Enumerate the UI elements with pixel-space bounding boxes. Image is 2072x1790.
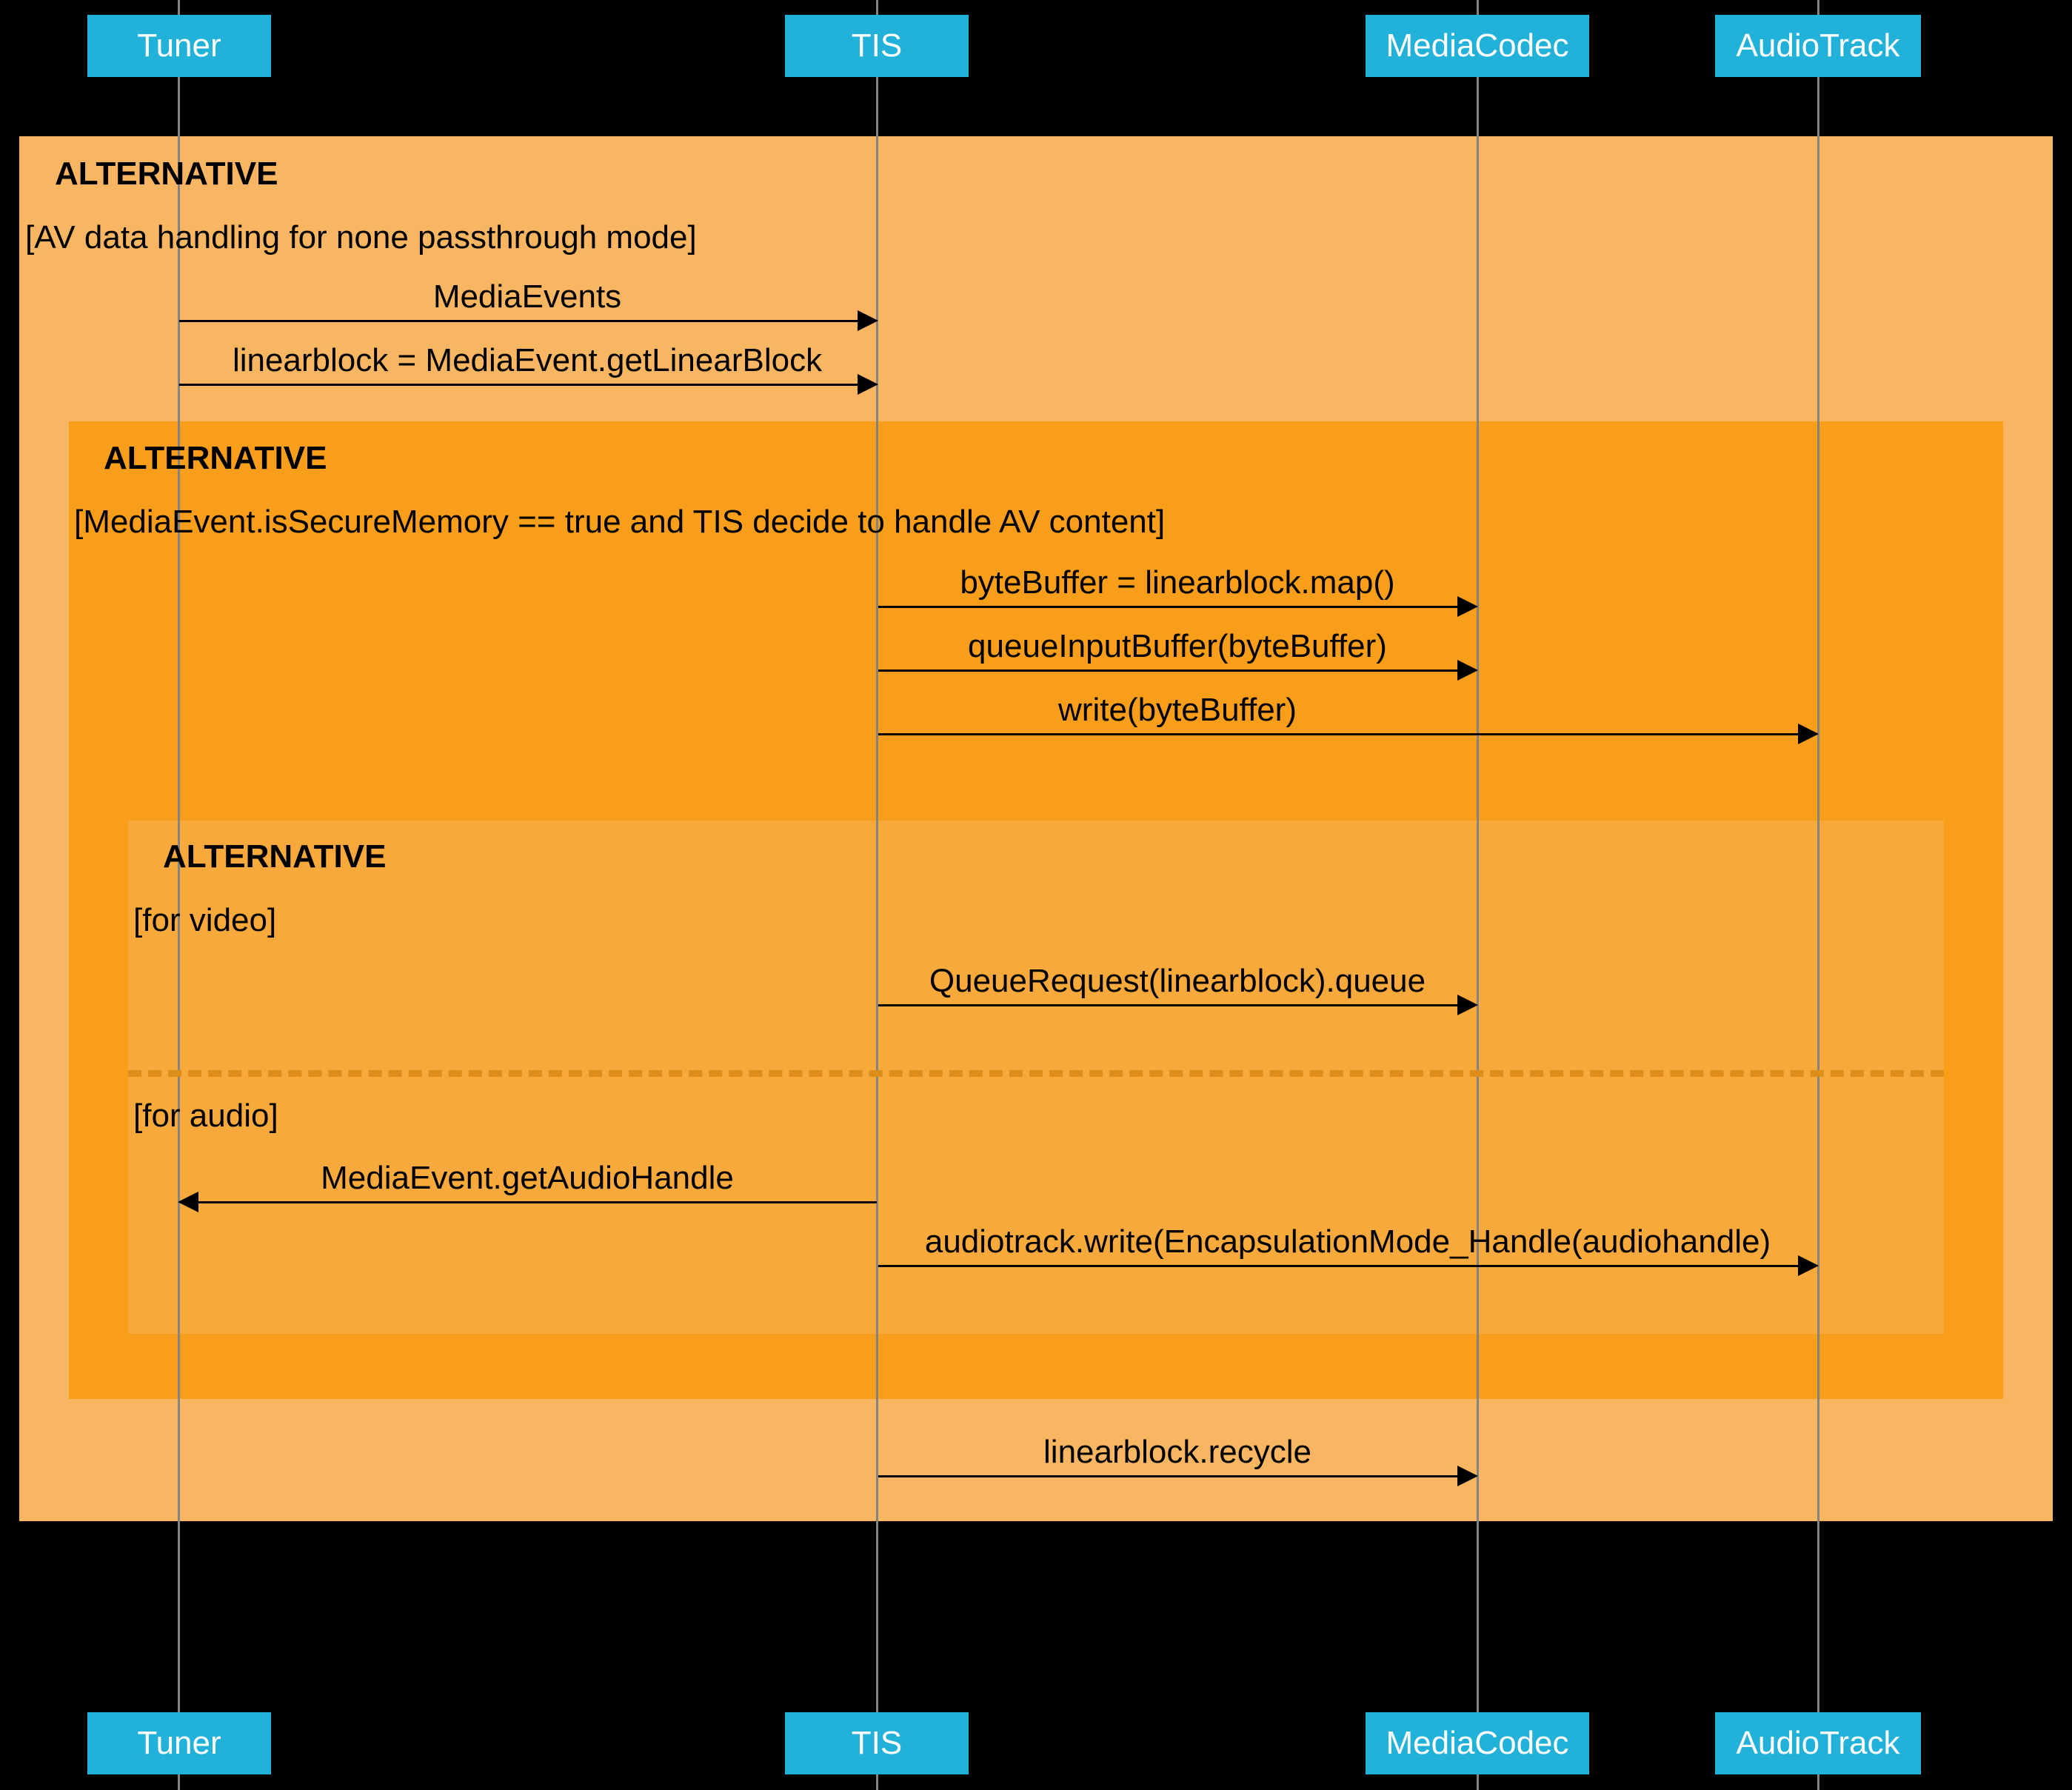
actor-mediacodec-top-label: MediaCodec — [1386, 27, 1568, 64]
arrowhead-m8 — [1798, 1255, 1819, 1276]
alt-condition-audio: [for audio] — [133, 1098, 278, 1135]
msg-mediaevents: MediaEvents — [179, 278, 875, 315]
actor-audiotrack-top: AudioTrack — [1715, 15, 1921, 77]
arrowhead-m4 — [1457, 660, 1478, 681]
actor-tis-top: TIS — [785, 15, 969, 77]
lifeline-mediacodec-over — [1477, 136, 1479, 1521]
alt-label-3: ALTERNATIVE — [163, 838, 386, 875]
actor-tuner-top: Tuner — [87, 15, 271, 77]
arrowhead-m6 — [1457, 995, 1478, 1015]
actor-audiotrack-top-label: AudioTrack — [1737, 27, 1900, 64]
alt-divider — [128, 1070, 1944, 1077]
msg-write-bytebuffer: write(byteBuffer) — [878, 692, 1477, 729]
msg-getlinearblock: linearblock = MediaEvent.getLinearBlock — [179, 342, 875, 379]
actor-tuner-bottom-label: Tuner — [137, 1725, 221, 1762]
msg-getaudiohandle: MediaEvent.getAudioHandle — [179, 1160, 875, 1197]
arrow-m3 — [878, 606, 1457, 608]
actor-mediacodec-top: MediaCodec — [1366, 15, 1589, 77]
arrow-m8 — [878, 1265, 1798, 1267]
alt-condition-2: [MediaEvent.isSecureMemory == true and T… — [74, 504, 1165, 541]
actor-mediacodec-bottom: MediaCodec — [1366, 1712, 1589, 1774]
arrowhead-m5 — [1798, 724, 1819, 744]
actor-tis-bottom-label: TIS — [852, 1725, 902, 1762]
arrow-m4 — [878, 669, 1457, 672]
msg-linearblock-recycle: linearblock.recycle — [878, 1434, 1477, 1471]
arrow-m6 — [878, 1004, 1457, 1006]
msg-queuerequest: QueueRequest(linearblock).queue — [878, 963, 1477, 1000]
arrow-m1 — [179, 320, 858, 322]
arrowhead-m1 — [858, 310, 878, 331]
arrowhead-m2 — [858, 374, 878, 395]
lifeline-tis-over — [876, 136, 878, 1521]
actor-tis-bottom: TIS — [785, 1712, 969, 1774]
actor-tis-top-label: TIS — [852, 27, 902, 64]
actor-mediacodec-bottom-label: MediaCodec — [1386, 1725, 1568, 1762]
arrow-m7 — [198, 1201, 877, 1203]
alt-label-2: ALTERNATIVE — [104, 440, 327, 477]
actor-audiotrack-bottom: AudioTrack — [1715, 1712, 1921, 1774]
msg-audiotrack-write: audiotrack.write(EncapsulationMode_Handl… — [878, 1223, 1817, 1260]
lifeline-audiotrack-over — [1817, 136, 1819, 1521]
arrow-m2 — [179, 384, 858, 386]
alt-label-1: ALTERNATIVE — [55, 156, 278, 193]
msg-linearblock-map: byteBuffer = linearblock.map() — [878, 564, 1477, 601]
msg-queueinputbuffer: queueInputBuffer(byteBuffer) — [878, 628, 1477, 665]
arrow-m5 — [878, 733, 1798, 735]
actor-audiotrack-bottom-label: AudioTrack — [1737, 1725, 1900, 1762]
arrowhead-m3 — [1457, 596, 1478, 617]
alt-condition-video: [for video] — [133, 902, 276, 939]
arrowhead-m7 — [178, 1192, 198, 1212]
arrow-m9 — [878, 1475, 1457, 1477]
arrowhead-m9 — [1457, 1466, 1478, 1486]
alt-condition-1: [AV data handling for none passthrough m… — [25, 219, 697, 256]
actor-tuner-bottom: Tuner — [87, 1712, 271, 1774]
actor-tuner-top-label: Tuner — [137, 27, 221, 64]
